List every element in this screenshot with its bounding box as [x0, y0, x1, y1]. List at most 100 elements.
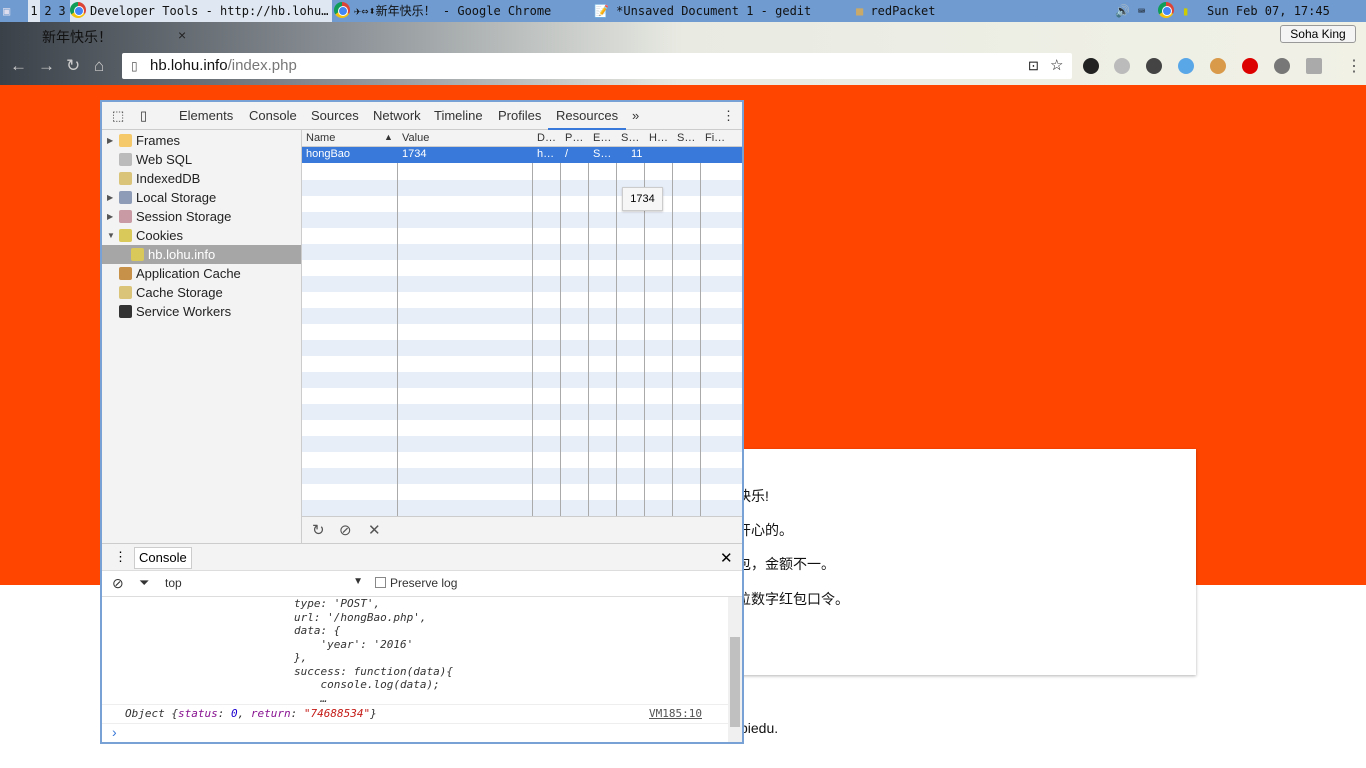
- drawer-menu-icon[interactable]: ⋮: [114, 549, 127, 565]
- tab-resources[interactable]: Resources: [548, 102, 627, 130]
- storage-icon: [119, 134, 132, 147]
- tooltip: 1734: [622, 187, 663, 211]
- filter-icon[interactable]: ⏷: [139, 575, 149, 591]
- translate-icon[interactable]: ⊡: [1028, 53, 1039, 79]
- tab-console[interactable]: Console: [249, 108, 297, 123]
- adblock-icon[interactable]: [1242, 58, 1258, 74]
- column-header[interactable]: Fi…: [705, 132, 725, 144]
- table-row[interactable]: hongBao 1734 h… / S… 11: [302, 147, 742, 163]
- device-mode-icon[interactable]: ▯: [140, 108, 147, 124]
- column-header[interactable]: D…: [537, 132, 556, 144]
- refresh-icon[interactable]: ↻: [312, 521, 325, 539]
- sidebar-item-cookies[interactable]: ▼ Cookies: [102, 226, 301, 245]
- workspace-1[interactable]: 1: [28, 0, 40, 22]
- home-icon[interactable]: ⌂: [94, 56, 104, 76]
- dropdown-arrow-icon: ▼: [353, 576, 363, 587]
- tab-profiles[interactable]: Profiles: [498, 108, 541, 123]
- storage-icon: [119, 286, 132, 299]
- expand-arrow-icon[interactable]: ▼: [107, 226, 115, 245]
- inspect-icon[interactable]: ⬚: [112, 108, 124, 124]
- more-tabs-icon[interactable]: »: [632, 108, 639, 123]
- footer-text: piedu.: [740, 720, 779, 736]
- card-line: 包，金额不一。: [737, 556, 835, 572]
- sidebar-item-application-cache[interactable]: Application Cache: [102, 264, 301, 283]
- workspace-3[interactable]: 3: [56, 0, 68, 22]
- extension-mask-icon[interactable]: [1083, 58, 1099, 74]
- reload-icon[interactable]: ↻: [66, 56, 80, 76]
- star-icon[interactable]: ☆: [1050, 53, 1063, 79]
- context-select[interactable]: top ▼: [165, 576, 363, 590]
- folder-icon: ■: [856, 4, 871, 18]
- page-icon: ▯: [131, 59, 138, 73]
- extension-cookie-icon[interactable]: [1210, 58, 1226, 74]
- back-icon[interactable]: ←: [10, 56, 27, 76]
- menu-kebab-icon[interactable]: ⋮: [1346, 56, 1362, 76]
- address-bar[interactable]: ▯ hb.lohu.info/index.php ⊡ ☆: [122, 53, 1072, 79]
- sidebar-item-cache-storage[interactable]: Cache Storage: [102, 283, 301, 302]
- column-header[interactable]: H…: [649, 132, 668, 144]
- tab-network[interactable]: Network: [373, 108, 421, 123]
- delete-icon[interactable]: ✕: [368, 521, 381, 539]
- card-line: 位数字红包口令。: [737, 591, 849, 607]
- window-folder[interactable]: ■ redPacket: [856, 0, 976, 22]
- code-line: type: 'POST',: [294, 597, 381, 610]
- column-header[interactable]: Value: [402, 132, 429, 144]
- tab-sources[interactable]: Sources: [311, 108, 359, 123]
- extension-copy-icon[interactable]: [1306, 58, 1322, 74]
- sidebar-item-session-storage[interactable]: ▶ Session Storage: [102, 207, 301, 226]
- extension-blue-icon[interactable]: [1178, 58, 1194, 74]
- sidebar-item-indexeddb[interactable]: IndexedDB: [102, 169, 301, 188]
- window-gedit[interactable]: 📝 *Unsaved Document 1 - gedit: [594, 0, 844, 22]
- window-devtools[interactable]: Developer Tools - http://hb.lohu…: [70, 0, 332, 22]
- tab-timeline[interactable]: Timeline: [434, 108, 483, 123]
- column-header[interactable]: S…: [677, 132, 695, 144]
- drawer-close-icon[interactable]: ✕: [720, 549, 733, 567]
- expand-arrow-icon[interactable]: ▶: [107, 131, 113, 150]
- storage-icon: [119, 191, 132, 204]
- tab-close-icon[interactable]: ×: [178, 27, 186, 43]
- sidebar-item-local-storage[interactable]: ▶ Local Storage: [102, 188, 301, 207]
- scroll-thumb[interactable]: [730, 637, 740, 727]
- sidebar-item-service-workers[interactable]: Service Workers: [102, 302, 301, 321]
- column-header[interactable]: S…: [621, 132, 639, 144]
- devtools-tabbar: ⬚ ▯ Elements Console Sources Network Tim…: [102, 102, 742, 130]
- extension-camera-icon[interactable]: [1146, 58, 1162, 74]
- console-message[interactable]: Object {status: 0, return: "74688534"} V…: [102, 704, 728, 724]
- table-cell: S…: [593, 148, 612, 160]
- column-header[interactable]: E…: [593, 132, 611, 144]
- expand-arrow-icon[interactable]: ▶: [107, 188, 113, 207]
- forward-icon[interactable]: →: [38, 56, 55, 76]
- workspace-2[interactable]: 2: [42, 0, 54, 22]
- window-chrome[interactable]: ✈⇔⬍新年快乐！ - Google Chrome: [334, 0, 589, 22]
- column-header[interactable]: Name: [306, 132, 335, 144]
- sidebar-item-web-sql[interactable]: Web SQL: [102, 150, 301, 169]
- sidebar-item-hb-lohu-info[interactable]: hb.lohu.info: [102, 245, 301, 264]
- browser-tab[interactable]: 新年快乐！: [8, 24, 198, 48]
- column-header[interactable]: P…: [565, 132, 583, 144]
- keyboard-icon[interactable]: ⌨: [1138, 0, 1145, 22]
- storage-icon: [119, 305, 132, 318]
- console-scrollbar[interactable]: [728, 597, 742, 742]
- drawer-tab-console[interactable]: Console: [134, 547, 192, 569]
- profile-button[interactable]: Soha King: [1280, 25, 1356, 43]
- object-preview[interactable]: Object {status: 0, return: "74688534"}: [125, 705, 377, 723]
- gedit-icon: 📝: [594, 4, 617, 18]
- chrome-tray-icon[interactable]: [1158, 2, 1174, 18]
- sidebar-item-frames[interactable]: ▶ Frames: [102, 131, 301, 150]
- volume-icon[interactable]: 🔊: [1115, 0, 1130, 22]
- tab-elements[interactable]: Elements: [179, 108, 233, 123]
- console-prompt[interactable]: ›: [112, 724, 117, 740]
- sidebar-item-label: Local Storage: [136, 190, 217, 205]
- source-link[interactable]: VM185:10: [649, 705, 702, 723]
- window-title: redPacket: [870, 4, 936, 18]
- preserve-log-checkbox[interactable]: [375, 577, 386, 588]
- sidebar-item-label: Web SQL: [136, 152, 193, 167]
- clear-icon[interactable]: ⊘: [339, 521, 352, 539]
- extension-globe-icon[interactable]: [1114, 58, 1130, 74]
- clear-console-icon[interactable]: ⊘: [112, 575, 124, 592]
- extension-sync-icon[interactable]: [1274, 58, 1290, 74]
- menu-icon[interactable]: ▣: [3, 0, 23, 22]
- storage-icon: [119, 267, 132, 280]
- devtools-menu-icon[interactable]: ⋮: [722, 108, 735, 124]
- expand-arrow-icon[interactable]: ▶: [107, 207, 113, 226]
